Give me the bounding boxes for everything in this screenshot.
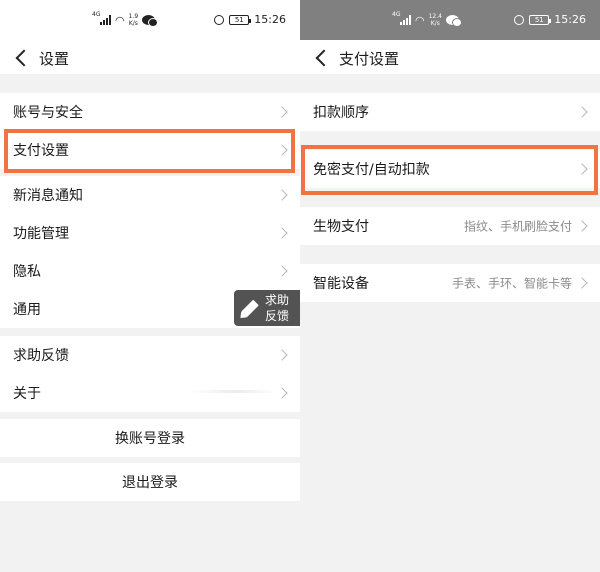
payment-item-biometric[interactable]: 生物支付 指纹、手机刷脸支付 xyxy=(300,207,600,245)
payment-item-label: 智能设备 xyxy=(313,276,369,292)
battery-level: 51 xyxy=(234,15,244,24)
page-title: 设置 xyxy=(39,50,70,68)
chevron-right-icon xyxy=(576,277,588,289)
status-bar: 4G ◠ 1.9 K/s 51 15:26 xyxy=(0,0,300,40)
settings-item-features[interactable]: 功能管理 xyxy=(0,214,300,252)
battery-level: 51 xyxy=(534,15,544,24)
settings-item-help-feedback[interactable]: 求助反馈 xyxy=(0,336,300,374)
payment-item-label: 扣款顺序 xyxy=(313,105,369,121)
chevron-right-icon xyxy=(276,227,288,239)
switch-account-label: 换账号登录 xyxy=(115,431,185,447)
battery-icon: 51 xyxy=(229,14,252,25)
chevron-right-icon xyxy=(576,220,588,232)
pencil-icon xyxy=(241,299,259,318)
payment-settings-screen: 4G ◠ 12.4 K/s 51 15:26 支付设置 扣款顺序 免密支付/自动… xyxy=(300,0,600,572)
settings-item-account-security[interactable]: 账号与安全 xyxy=(0,93,300,131)
status-bar: 4G ◠ 12.4 K/s 51 15:26 xyxy=(300,0,600,40)
settings-item-label: 功能管理 xyxy=(13,226,69,242)
payment-item-label: 生物支付 xyxy=(313,219,369,235)
clock: 15:26 xyxy=(254,13,286,26)
settings-item-label: 求助反馈 xyxy=(13,348,69,364)
wifi-icon: ◠ xyxy=(415,13,425,27)
cellular-signal-icon: 4G xyxy=(392,11,411,25)
chevron-right-icon xyxy=(276,189,288,201)
wechat-icon xyxy=(142,15,159,27)
switch-account-button[interactable]: 换账号登录 xyxy=(0,419,300,457)
settings-item-privacy[interactable]: 隐私 xyxy=(0,252,300,290)
alarm-icon xyxy=(214,14,225,25)
alarm-icon xyxy=(514,14,525,25)
network-speed: 12.4 K/s xyxy=(429,13,442,27)
chevron-right-icon xyxy=(576,163,588,175)
settings-item-label: 支付设置 xyxy=(13,143,69,159)
wechat-icon xyxy=(445,15,462,27)
network-speed-value: 12.4 xyxy=(428,13,442,20)
chevron-right-icon xyxy=(276,265,288,277)
settings-item-about[interactable]: 关于 xyxy=(0,374,300,412)
network-type: 4G xyxy=(392,11,401,18)
network-speed: 1.9 K/s xyxy=(129,13,139,27)
settings-item-label: 账号与安全 xyxy=(13,105,83,121)
back-arrow-icon[interactable] xyxy=(314,49,332,67)
clock: 15:26 xyxy=(554,13,586,26)
page-title: 支付设置 xyxy=(339,50,400,68)
payment-item-label: 免密支付/自动扣款 xyxy=(313,162,430,178)
cellular-signal-icon: 4G xyxy=(92,11,111,25)
payment-item-password-free[interactable]: 免密支付/自动扣款 xyxy=(300,150,600,188)
payment-item-value: 指纹、手机刷脸支付 xyxy=(463,219,572,234)
payment-item-deduction-order[interactable]: 扣款顺序 xyxy=(300,93,600,131)
payment-item-smart-device[interactable]: 智能设备 手表、手环、智能卡等 xyxy=(300,264,600,302)
help-feedback-float-label: 求助 反馈 xyxy=(265,292,289,324)
wifi-icon: ◠ xyxy=(115,13,125,27)
settings-item-label: 新消息通知 xyxy=(13,188,83,204)
network-speed-unit: K/s xyxy=(430,20,440,27)
settings-item-payment[interactable]: 支付设置 xyxy=(0,131,300,169)
nav-bar: 设置 xyxy=(0,40,300,74)
logout-label: 退出登录 xyxy=(122,475,178,491)
settings-item-label: 通用 xyxy=(13,302,41,318)
chevron-right-icon xyxy=(276,106,288,118)
back-arrow-icon[interactable] xyxy=(14,49,32,67)
nav-bar: 支付设置 xyxy=(300,40,600,74)
settings-item-notifications[interactable]: 新消息通知 xyxy=(0,176,300,214)
settings-item-label: 隐私 xyxy=(13,264,41,280)
row-divider xyxy=(190,390,280,393)
network-speed-unit: K/s xyxy=(128,20,138,27)
payment-item-value: 手表、手环、智能卡等 xyxy=(451,276,572,291)
network-speed-value: 1.9 xyxy=(128,13,139,20)
battery-icon: 51 xyxy=(529,14,552,25)
logout-button[interactable]: 退出登录 xyxy=(0,463,300,501)
help-label-line1: 求助 xyxy=(265,293,290,307)
settings-item-label: 关于 xyxy=(13,386,41,402)
chevron-right-icon xyxy=(576,106,588,118)
chevron-right-icon xyxy=(276,144,288,156)
help-feedback-float-button[interactable]: 求助 反馈 xyxy=(234,290,300,326)
network-type: 4G xyxy=(92,11,101,18)
help-label-line2: 反馈 xyxy=(265,309,290,323)
settings-screen: 4G ◠ 1.9 K/s 51 15:26 设置 账号与安全 支付设置 新消息通… xyxy=(0,0,300,572)
chevron-right-icon xyxy=(276,349,288,361)
